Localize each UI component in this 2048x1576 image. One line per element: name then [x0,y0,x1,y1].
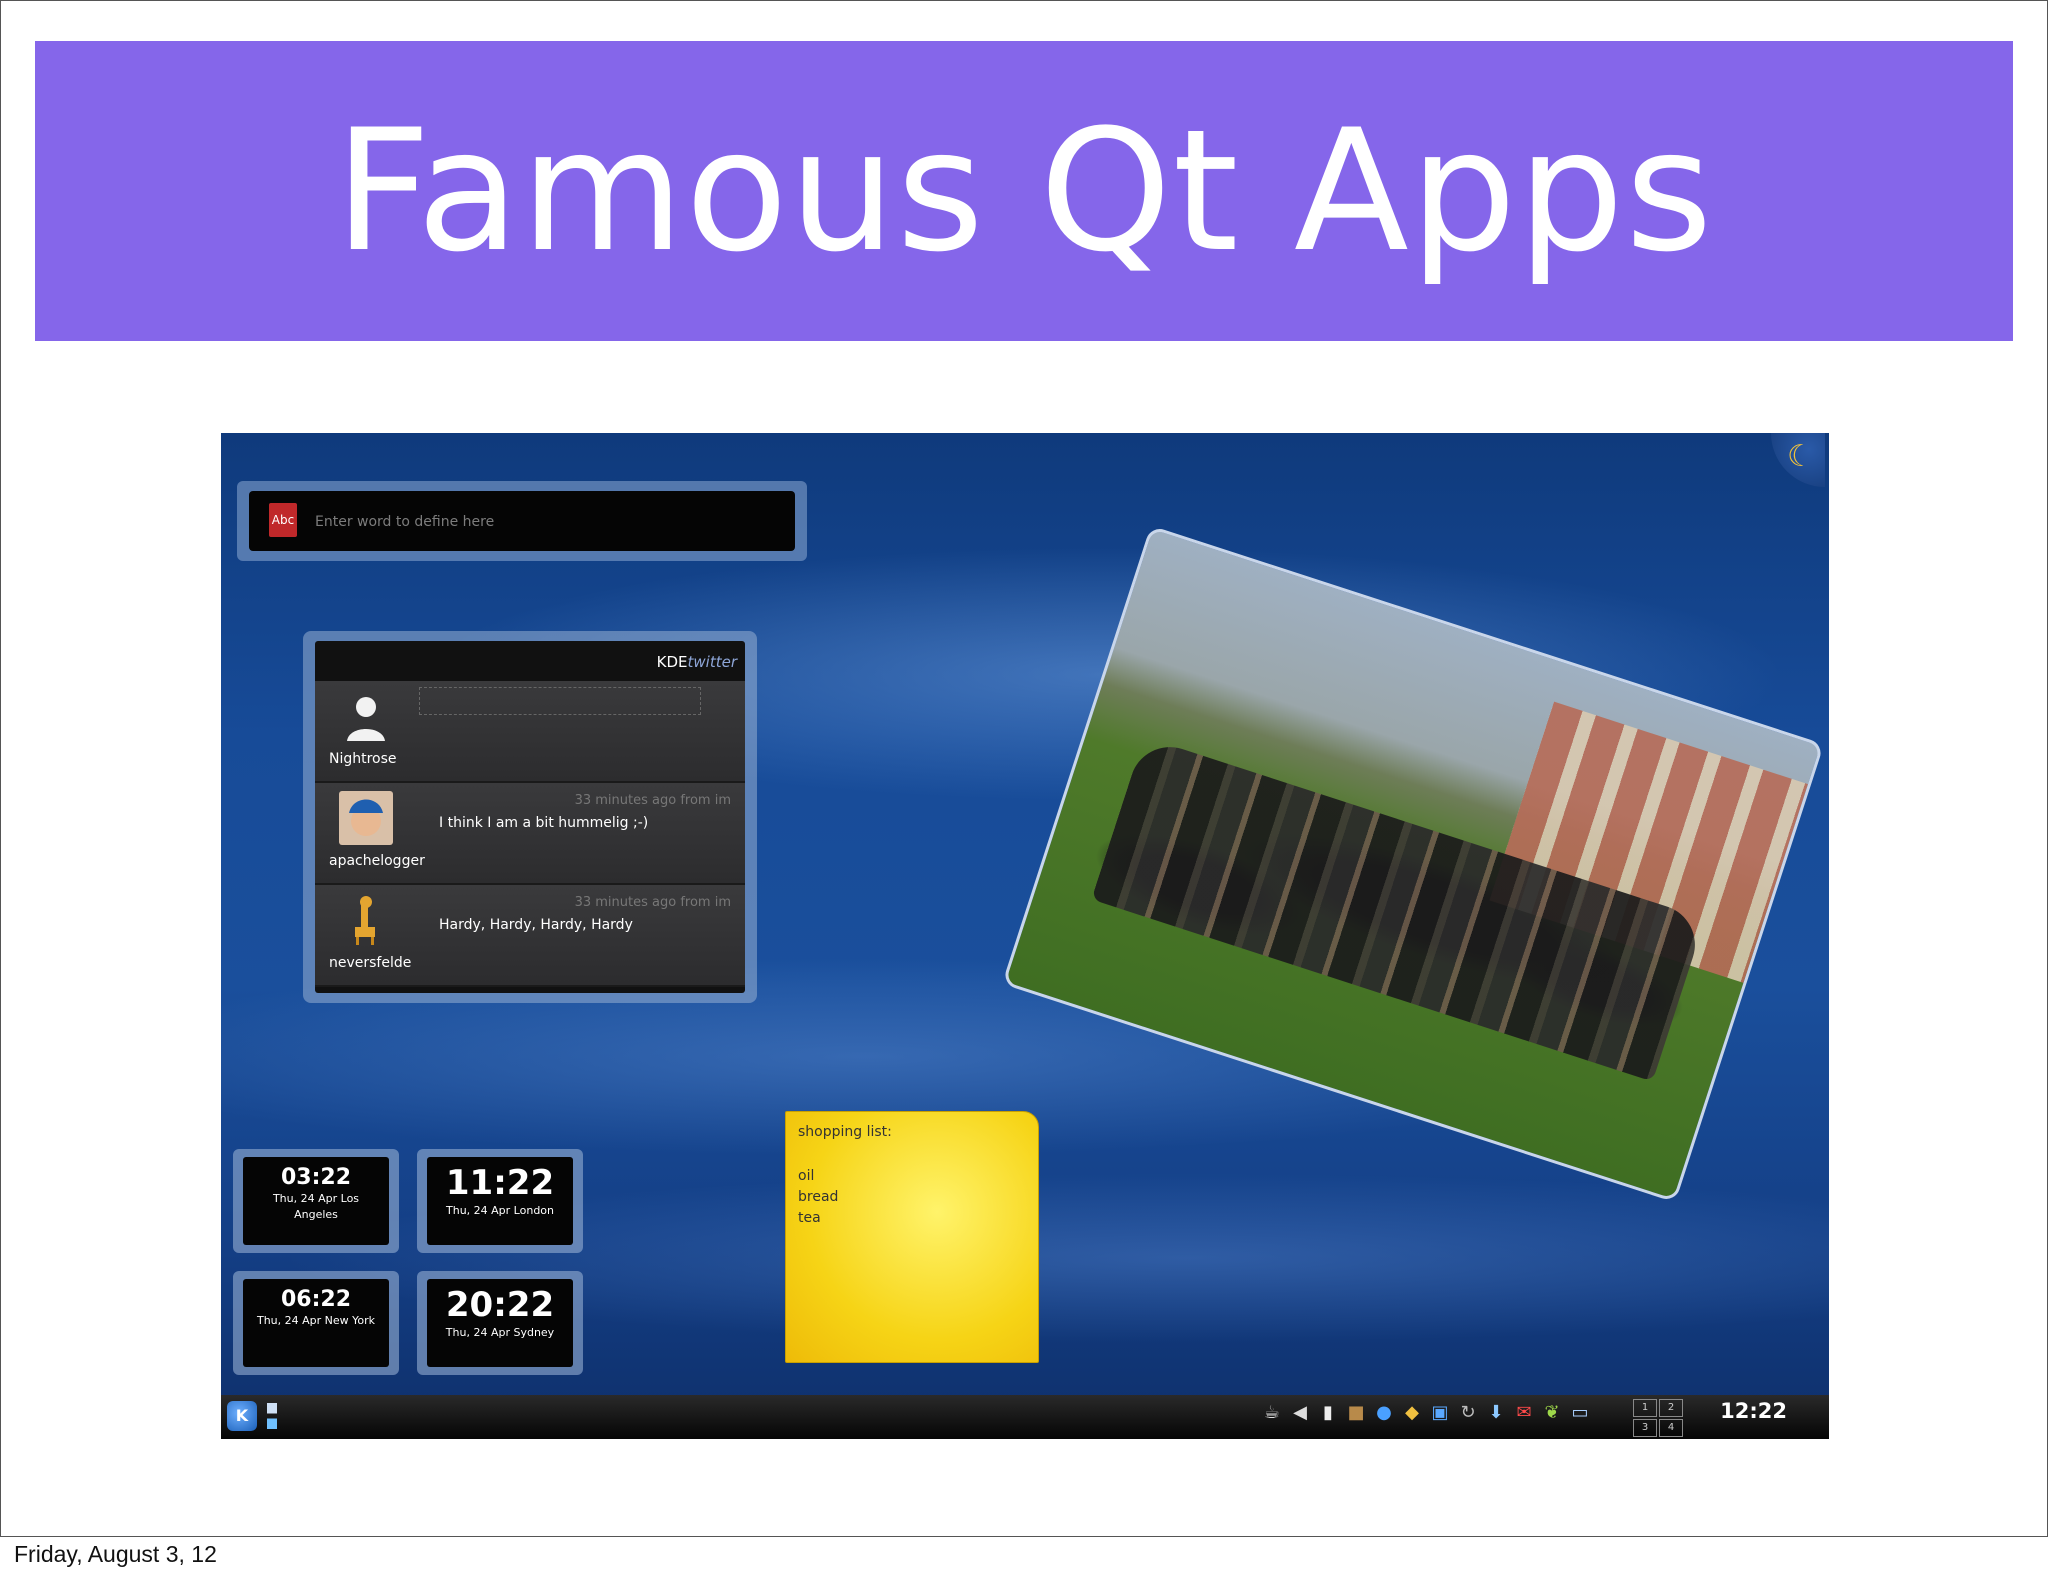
define-word-input[interactable] [313,507,767,537]
pager-desktop[interactable]: 1 [1633,1399,1657,1417]
moon-icon: ☾ [1787,439,1814,474]
tweet-compose-field[interactable] [419,687,701,715]
tweet-item: 33 minutes ago from im I think I am a bi… [315,783,745,885]
refresh-icon[interactable]: ↻ [1457,1401,1479,1425]
clock-date: Thu, 24 Apr Los Angeles [272,1192,360,1221]
clock-time: 11:22 [445,1163,555,1203]
show-desktop-icon[interactable] [267,1403,277,1429]
pager-desktop[interactable]: 2 [1659,1399,1683,1417]
clipboard-icon[interactable]: ▮ [1317,1401,1339,1425]
tweet-username: apachelogger [329,853,425,869]
clock-date: Thu, 24 Apr London [446,1204,554,1217]
download-icon[interactable]: ⬇ [1485,1401,1507,1425]
key-icon[interactable]: ◆ [1401,1401,1423,1425]
desktop-pager: 1 2 3 4 [1633,1399,1683,1437]
pager-desktop[interactable]: 4 [1659,1419,1683,1437]
volume-icon[interactable]: ◀ [1289,1401,1311,1425]
tweet-username: Nightrose [329,751,397,767]
twitter-widget: KDEtwitter Nightrose 33 minutes ago from… [303,631,757,1003]
twitter-header: KDEtwitter [315,641,745,681]
tweet-text: I think I am a bit hummelig ;-) [439,815,649,831]
user-silhouette-icon [347,697,385,741]
clock-time: 03:22 [280,1165,352,1190]
leaf-icon[interactable]: ❦ [1541,1401,1563,1425]
world-clock-widget[interactable]: 11:22 Thu, 24 Apr London [417,1149,583,1253]
slide: Famous Qt Apps ☾ Abc KDEtwitter Nightros… [0,0,2048,1537]
kde-desktop-screenshot: ☾ Abc KDEtwitter Nightrose [221,433,1829,1439]
user-avatar-cap-icon [339,791,393,845]
twitter-brand: KDEtwitter [656,653,737,671]
kde-menu-button[interactable]: K [227,1401,257,1431]
clock-date: Thu, 24 Apr Sydney [445,1326,555,1339]
network-globe-icon[interactable]: ● [1373,1401,1395,1425]
note-title: shopping list: [798,1124,892,1140]
world-clock-widget[interactable]: 03:22 Thu, 24 Apr Los Angeles [233,1149,399,1253]
clock-time: 06:22 [280,1287,352,1312]
dictionary-book-icon: Abc [269,503,297,537]
title-banner: Famous Qt Apps [35,41,2013,341]
footer-date: Friday, August 3, 12 [14,1541,217,1567]
group-photo-frame[interactable] [1001,525,1825,1203]
slide-title: Famous Qt Apps [334,93,1714,289]
desktop-toolbox[interactable]: ☾ [1771,433,1825,487]
tweet-meta: 33 minutes ago from im [574,793,731,808]
mail-icon[interactable]: ✉ [1513,1401,1535,1425]
clock-time: 20:22 [445,1285,555,1325]
monitor-icon[interactable]: ▭ [1569,1401,1591,1425]
tweet-item: 33 minutes ago from im Hardy, Hardy, Har… [315,885,745,987]
note-item: bread [798,1189,839,1205]
pager-desktop[interactable]: 3 [1633,1419,1657,1437]
world-clock-widget[interactable]: 06:22 Thu, 24 Apr New York [233,1271,399,1375]
system-tray: ☕ ◀ ▮ ■ ● ◆ ▣ ↻ ⬇ ✉ ❦ ▭ [1261,1401,1591,1425]
note-list: oil bread tea [798,1166,838,1229]
coffee-icon[interactable]: ☕ [1261,1401,1283,1425]
note-item: tea [798,1210,821,1226]
tweet-username: neversfelde [329,955,412,971]
giraffe-avatar-icon [355,896,375,945]
world-clock-widget[interactable]: 20:22 Thu, 24 Apr Sydney [417,1271,583,1375]
clock-date: Thu, 24 Apr New York [256,1314,376,1327]
sticky-note-widget[interactable]: shopping list: oil bread tea [785,1111,1039,1363]
taskbar-clock[interactable]: 12:22 [1720,1399,1787,1423]
briefcase-icon[interactable]: ■ [1345,1401,1367,1425]
dictionary-widget: Abc [237,481,807,561]
twitter-compose-row: Nightrose [315,681,745,783]
tweet-text: Hardy, Hardy, Hardy, Hardy [439,917,633,933]
screen-icon[interactable]: ▣ [1429,1401,1451,1425]
tweet-meta: 33 minutes ago from im [574,895,731,910]
note-item: oil [798,1168,815,1184]
taskbar: K ☕ ◀ ▮ ■ ● ◆ ▣ ↻ ⬇ ✉ ❦ ▭ 1 2 3 4 12:22 [221,1395,1829,1439]
